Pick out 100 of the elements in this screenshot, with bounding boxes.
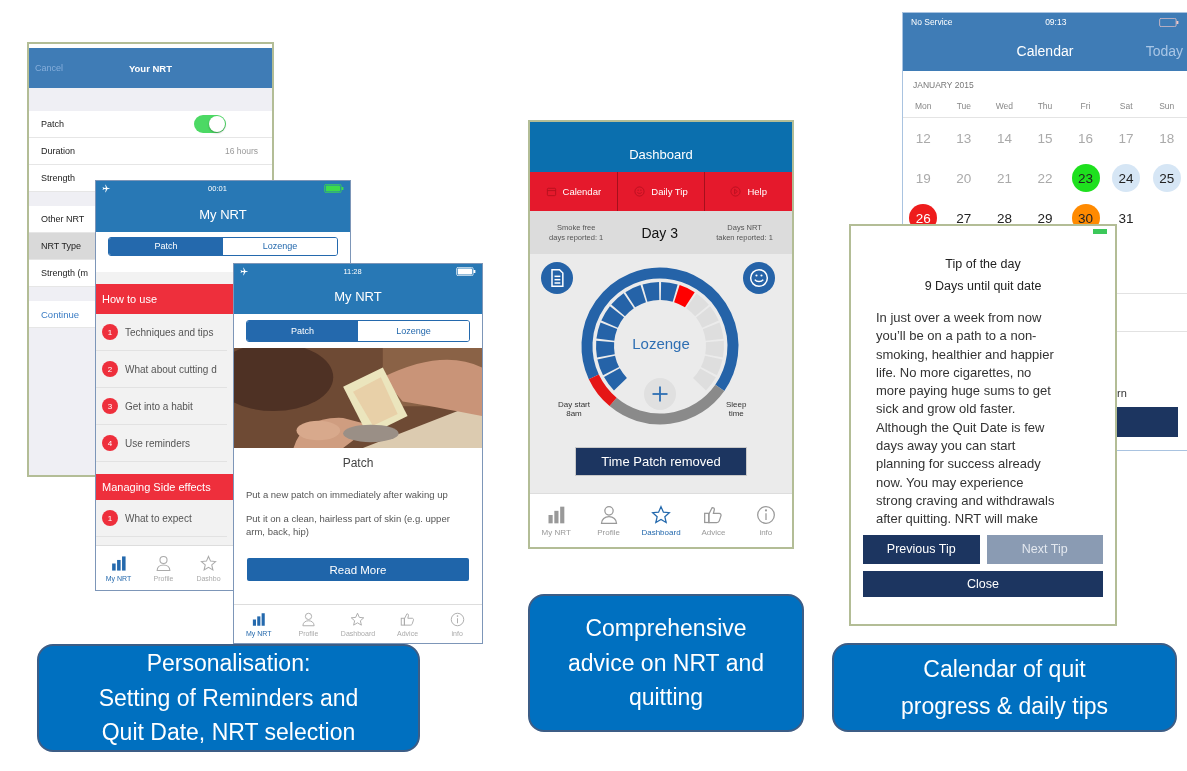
- play-icon: [730, 186, 742, 197]
- gauge-label: Lozenge: [631, 335, 691, 352]
- section-header: Managing Side effects: [96, 474, 233, 500]
- list-item[interactable]: 4 Use reminders: [96, 425, 227, 462]
- screen-title: Dashboard: [629, 147, 693, 162]
- weekday-label: Sat: [1118, 101, 1134, 113]
- screen-title: Calendar: [1016, 43, 1074, 59]
- number-badge: 1: [102, 510, 118, 526]
- tab[interactable]: Profile: [582, 494, 635, 547]
- action-button[interactable]: Help: [705, 172, 792, 211]
- smiley-button[interactable]: [743, 262, 775, 294]
- settings-row[interactable]: NRT Type: [29, 233, 95, 260]
- screen-title: My NRT: [199, 206, 247, 222]
- row-label: Patch: [41, 119, 64, 129]
- carrier-text: No Service: [911, 17, 953, 27]
- info-icon: [755, 504, 776, 525]
- month-label: JANUARY 2015: [913, 80, 975, 92]
- thumbs-up-icon: [703, 504, 724, 525]
- segment-option[interactable]: Patch: [109, 237, 223, 255]
- tab[interactable]: Dashboard: [634, 494, 688, 547]
- item-label: What about cutting d: [125, 363, 217, 375]
- caption-box: Personalisation: Setting of Reminders and Quit Date, NRT selection: [37, 644, 420, 752]
- calendar-day[interactable]: 24: [1112, 164, 1141, 192]
- airplane-icon: [240, 266, 249, 276]
- tab[interactable]: Advice: [687, 494, 740, 547]
- star-icon: [651, 504, 671, 525]
- battery-icon: [324, 184, 344, 193]
- calendar-day[interactable]: 31: [1112, 204, 1141, 232]
- weekday-label: Sun: [1158, 101, 1176, 113]
- number-badge: 1: [102, 324, 118, 340]
- item-label: Get into a habit: [125, 400, 193, 412]
- screen-title: My NRT: [334, 288, 382, 304]
- battery-icon: [1159, 17, 1179, 27]
- settings-row[interactable]: Patch: [29, 111, 272, 138]
- settings-row[interactable]: Duration 16 hours: [29, 138, 272, 165]
- continue-link[interactable]: Continue: [41, 308, 80, 320]
- section-header: How to use: [96, 284, 233, 314]
- read-more-button[interactable]: Read More: [247, 558, 469, 581]
- list-item[interactable]: 1 Techniques and tips: [96, 314, 227, 351]
- smiley-icon: [749, 268, 769, 288]
- axis-label: Day start 8am: [558, 400, 590, 418]
- weekday-label: Fri: [1079, 101, 1092, 113]
- tip-text: In just over a week from now you’ll be on a path to a non- smoking, healthier and happier life. No more cigarettes, no more paying huge sums to get sick and grow old faster. Although the Quit Date is few days away you can start planning for success already now. You may experience strong craving and withdrawals after quitting. NRT will make: [875, 309, 1056, 529]
- tip-button[interactable]: Previous Tip: [863, 534, 980, 564]
- number-badge: 4: [102, 435, 118, 451]
- axis-label: Sleep time: [726, 400, 747, 418]
- day-counter: Day 3: [641, 224, 678, 241]
- tab[interactable]: info: [739, 494, 792, 547]
- person-icon: [598, 504, 619, 525]
- caption-box: Comprehensive advice on NRT and quitting: [528, 594, 804, 732]
- list-item[interactable]: 3 Get into a habit: [96, 388, 227, 425]
- number-badge: 2: [102, 361, 118, 377]
- time-patch-button[interactable]: Time Patch removed: [575, 447, 747, 476]
- segment-option[interactable]: Patch: [247, 321, 358, 341]
- row-label: Other NRT: [41, 214, 85, 224]
- indicator-mark: [1093, 229, 1107, 234]
- text-fragment: rn: [1117, 387, 1128, 399]
- row-value: 16 hours: [224, 146, 258, 156]
- number-badge: 3: [102, 398, 118, 414]
- info-icon: [449, 611, 465, 627]
- list-item[interactable]: 1 What to expect: [96, 500, 227, 537]
- bar-chart-icon: [251, 611, 267, 627]
- row-label: Duration: [41, 146, 76, 156]
- content-heading: Patch: [341, 456, 375, 470]
- item-label: Use reminders: [125, 437, 191, 449]
- document-button[interactable]: [541, 262, 573, 294]
- paragraph: Put a new patch on immediately after waking up: [245, 488, 449, 501]
- tab[interactable]: My NRT: [530, 494, 583, 547]
- row-label: Strength (m: [41, 268, 89, 278]
- calendar-icon: [545, 186, 557, 197]
- calendar-day[interactable]: 23: [1071, 164, 1100, 192]
- segmented-control[interactable]: Patch Lozenge: [108, 236, 338, 256]
- airplane-icon: [102, 184, 111, 193]
- dialog-subtitle: 9 Days until quit date: [923, 279, 1043, 293]
- item-label: Techniques and tips: [125, 326, 214, 338]
- weekday-label: Wed: [994, 101, 1015, 113]
- calendar-day[interactable]: 25: [1152, 164, 1181, 192]
- close-button[interactable]: Close: [863, 570, 1103, 597]
- screen-title: Your NRT: [128, 62, 173, 74]
- add-button[interactable]: [644, 378, 676, 410]
- segmented-control[interactable]: Patch Lozenge: [246, 320, 470, 342]
- smiley-icon: [634, 186, 646, 197]
- paragraph: Put it on a clean, hairless part of skin (e.g. upper arm, back, hip): [245, 512, 451, 538]
- list-item[interactable]: 2 What about cutting d: [96, 351, 227, 388]
- plus-icon: [650, 384, 670, 404]
- bar-chart-icon: [110, 554, 127, 572]
- star-icon: [350, 611, 366, 627]
- caption-box: Calendar of quit progress & daily tips: [832, 643, 1177, 732]
- battery-icon: [456, 266, 476, 276]
- person-icon: [300, 611, 316, 627]
- weekday-label: Mon: [914, 101, 933, 113]
- weekday-label: Tue: [955, 101, 972, 113]
- bar-chart-icon: [546, 504, 567, 525]
- item-label: What to expect: [125, 512, 192, 524]
- status-time: 09:13: [1045, 17, 1067, 27]
- dialog-title: Tip of the day: [944, 257, 1022, 271]
- weekday-label: Thu: [1036, 101, 1054, 113]
- toggle-switch[interactable]: [194, 115, 226, 133]
- thumbs-up-icon: [400, 611, 416, 627]
- star-icon: [200, 554, 217, 572]
